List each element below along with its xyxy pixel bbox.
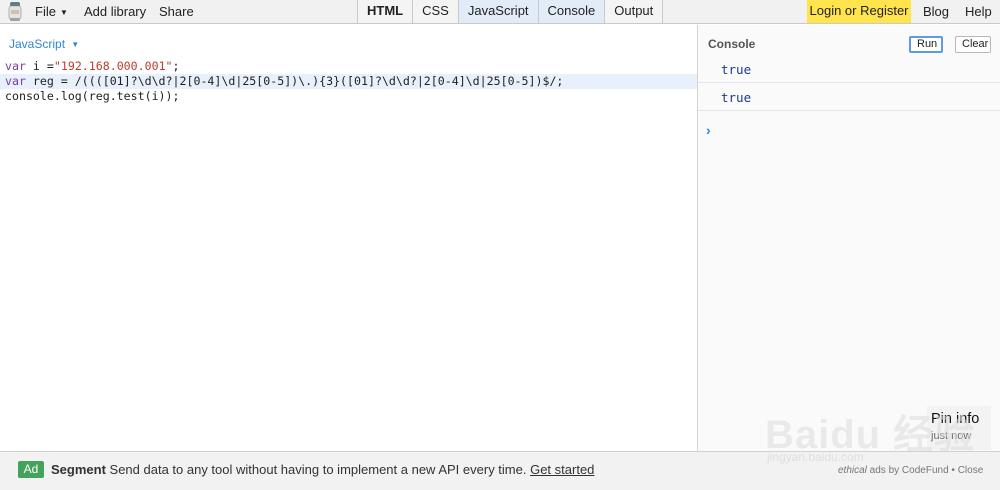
file-menu-label: File (35, 4, 56, 19)
console-prompt-icon[interactable]: › (706, 122, 711, 138)
code-text: console.log(reg.test(i)); (5, 89, 180, 103)
chevron-down-icon: ▼ (69, 40, 80, 49)
console-output-row: true (698, 84, 1000, 111)
ad-credit-text: ads by CodeFund • (866, 465, 958, 476)
help-link[interactable]: Help (965, 4, 992, 19)
javascript-editor[interactable]: JavaScript ▼ var i ="192.168.000.001"; v… (0, 25, 697, 451)
tab-html[interactable]: HTML (358, 0, 414, 23)
tab-css[interactable]: CSS (413, 0, 459, 23)
share-menu[interactable]: Share (159, 4, 194, 19)
console-output-row: true (698, 56, 1000, 83)
code-keyword: var (5, 59, 33, 73)
tab-output[interactable]: Output (605, 0, 663, 23)
ad-credit: ethical ads by CodeFund • Close (838, 465, 983, 476)
ad-credit-ethical: ethical (838, 465, 867, 476)
code-text: reg = /((([01]?\d\d?|2[0-4]\d|25[0-5])\.… (32, 74, 564, 88)
code-text: i = (32, 59, 54, 73)
blog-link[interactable]: Blog (923, 4, 949, 19)
console-title: Console (708, 37, 756, 51)
ad-message: Segment Send data to any tool without ha… (51, 462, 594, 477)
code-text: ; (172, 59, 180, 73)
pin-info-card[interactable]: Pin info just now (927, 406, 991, 450)
code-line[interactable]: console.log(reg.test(i)); (0, 89, 697, 104)
login-register-button[interactable]: Login or Register (807, 0, 911, 23)
top-toolbar: File ▼ Add library Share HTML CSS JavaScr… (0, 0, 1000, 24)
ad-body: Send data to any tool without having to … (105, 462, 531, 477)
pin-info-timestamp: just now (931, 430, 972, 442)
code-string: "192.168.000.001" (53, 59, 173, 73)
tab-console[interactable]: Console (538, 0, 606, 23)
language-label: JavaScript (9, 37, 66, 51)
panel-tabs: HTML CSS JavaScript Console Output (357, 0, 664, 23)
pin-info-title: Pin info (931, 411, 980, 427)
chevron-down-icon: ▼ (59, 8, 68, 17)
jsbin-logo-icon[interactable] (8, 1, 22, 22)
ad-bar: Ad Segment Send data to any tool without… (0, 451, 1000, 490)
code-keyword: var (5, 74, 33, 88)
ad-brand: Segment (51, 462, 106, 477)
console-panel: Console Run Clear true true › Pin info j… (697, 25, 1000, 451)
tab-javascript[interactable]: JavaScript (458, 0, 539, 23)
file-menu[interactable]: File ▼ (35, 4, 68, 19)
ad-close-link[interactable]: Close (958, 465, 984, 476)
code-line-active[interactable]: var reg = /((([01]?\d\d?|2[0-4]\d|25[0-5… (0, 74, 697, 89)
run-button[interactable]: Run (909, 36, 943, 53)
code-area[interactable]: var i ="192.168.000.001"; var reg = /(((… (0, 59, 697, 104)
clear-button[interactable]: Clear (955, 36, 991, 53)
code-line[interactable]: var i ="192.168.000.001"; (0, 59, 697, 74)
add-library-menu[interactable]: Add library (84, 4, 146, 19)
language-select[interactable]: JavaScript ▼ (9, 37, 79, 51)
ad-badge: Ad (18, 461, 44, 478)
get-started-link[interactable]: Get started (530, 462, 594, 477)
